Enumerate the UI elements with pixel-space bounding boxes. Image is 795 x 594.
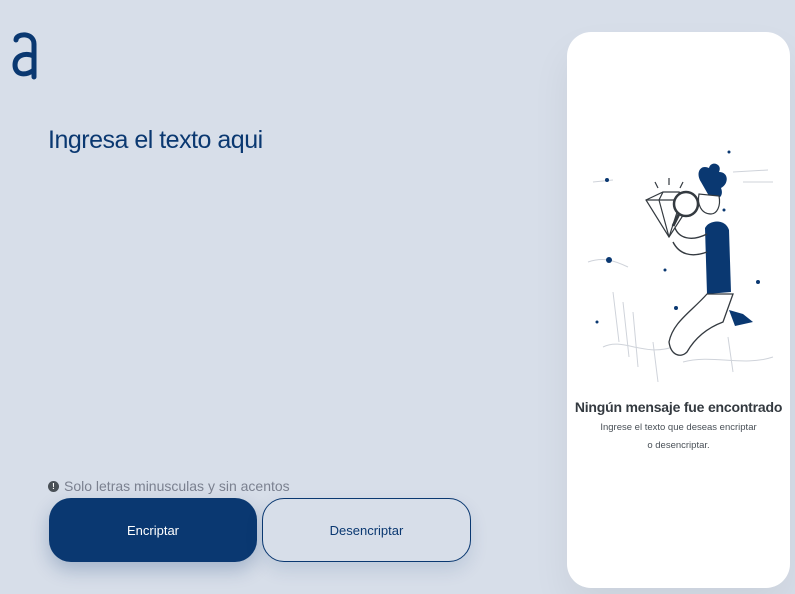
- decrypt-button[interactable]: Desencriptar: [262, 498, 471, 562]
- hint: ! Solo letras minusculas y sin acentos: [48, 478, 290, 494]
- empty-message-subtitle: Ingrese el texto que deseas encriptar o …: [600, 422, 757, 451]
- encrypt-button[interactable]: Encriptar: [49, 498, 257, 562]
- hint-text: Solo letras minusculas y sin acentos: [64, 478, 290, 494]
- output-panel: Ningún mensaje fue encontrado Ingrese el…: [567, 32, 790, 588]
- info-icon: !: [48, 480, 59, 492]
- person-with-magnifier-illustration: [583, 142, 779, 392]
- page: ! Solo letras minusculas y sin acentos E…: [0, 0, 795, 594]
- text-input[interactable]: [48, 126, 518, 446]
- alura-logo[interactable]: [10, 30, 40, 80]
- empty-message-title: Ningún mensaje fue encontrado: [574, 399, 783, 415]
